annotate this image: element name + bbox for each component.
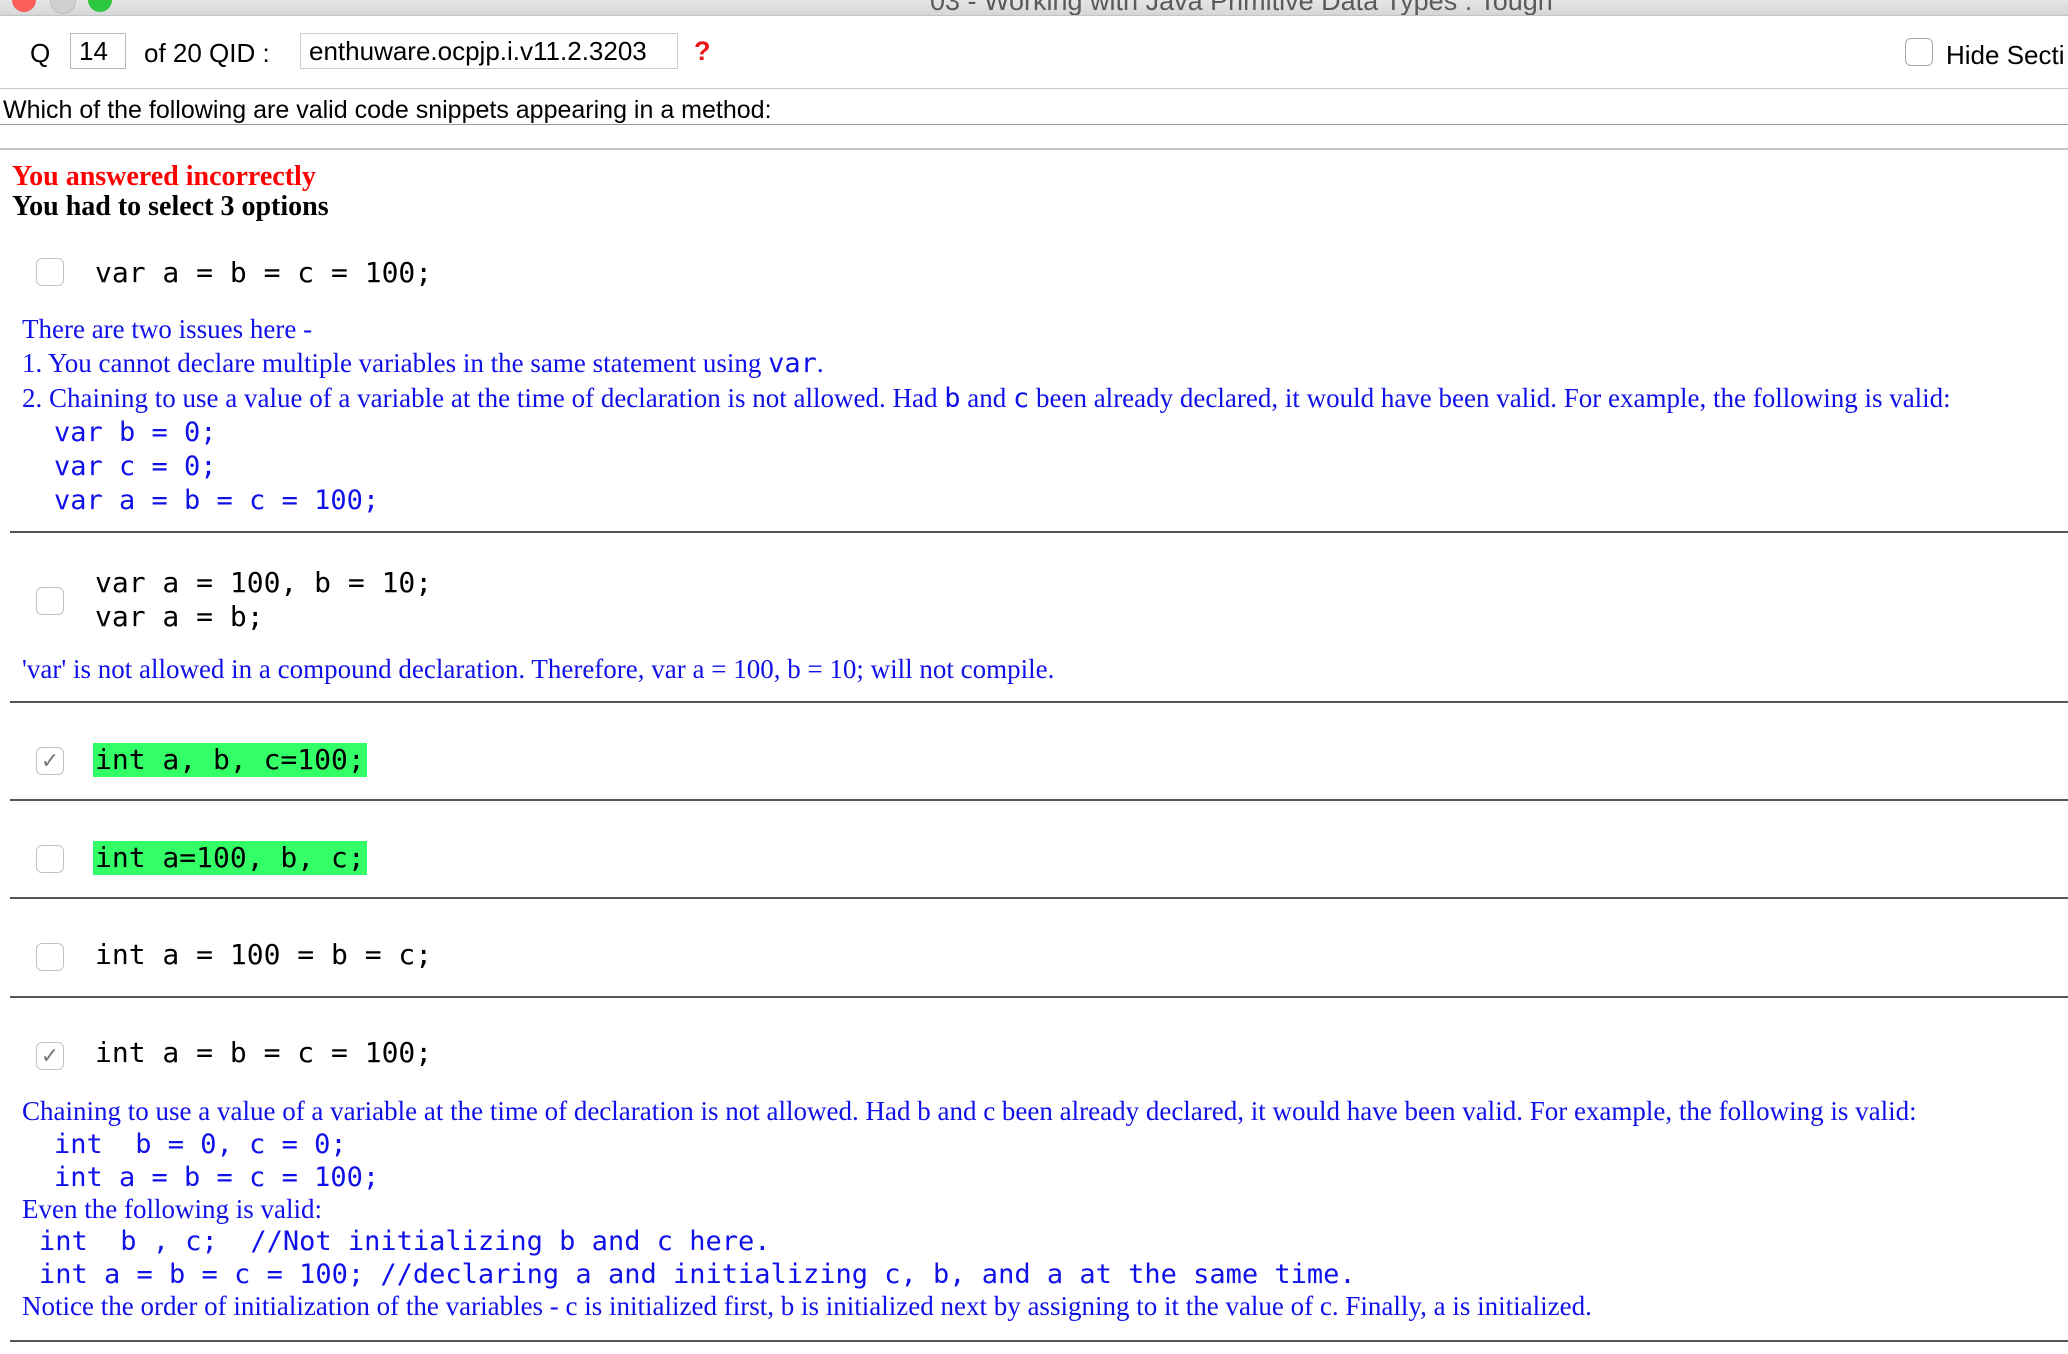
- zoom-window-icon[interactable]: [88, 0, 112, 12]
- option-3-code: int a, b, c=100;: [93, 743, 367, 777]
- code-line: var b = 0;: [54, 417, 217, 448]
- option-6-code: int a = b = c = 100;: [95, 1036, 433, 1069]
- explanation-line: 2. Chaining to use a value of a variable…: [22, 381, 1951, 416]
- explanation-line: 1. You cannot declare multiple variables…: [22, 346, 1951, 381]
- option-2-checkbox[interactable]: [36, 587, 64, 615]
- explanation-text: and: [960, 383, 1013, 413]
- option-2-code-line-2: var a = b;: [95, 600, 264, 633]
- question-divider: [0, 124, 2068, 125]
- question-divider-2: [0, 148, 2068, 150]
- code-line: int b = 0, c = 0;: [54, 1129, 347, 1160]
- option-3-checkbox[interactable]: ✓: [36, 747, 64, 775]
- option-separator: [10, 897, 2068, 899]
- question-text: Which of the following are valid code sn…: [3, 96, 772, 124]
- close-window-icon[interactable]: [12, 0, 36, 12]
- code-line: var c = 0;: [54, 451, 217, 482]
- option-separator: [10, 799, 2068, 801]
- answer-status: You answered incorrectly: [12, 161, 316, 192]
- hide-section-checkbox[interactable]: [1905, 38, 1933, 66]
- inline-code: var: [768, 348, 817, 379]
- code-line: var a = b = c = 100;: [54, 485, 380, 516]
- code-line: int a = b = c = 100;: [54, 1162, 380, 1193]
- option-6-explanation: Chaining to use a value of a variable at…: [22, 1094, 1917, 1321]
- code-line: int b , c; //Not initializing b and c he…: [39, 1226, 771, 1257]
- option-4-code: int a=100, b, c;: [93, 841, 367, 875]
- option-6-checkbox[interactable]: ✓: [36, 1042, 64, 1070]
- question-label: Q: [30, 38, 51, 68]
- option-2-explanation: 'var' is not allowed in a compound decla…: [22, 654, 1055, 684]
- question-count-label: of 20 QID :: [144, 38, 270, 68]
- inline-code: b: [944, 383, 961, 414]
- question-number-input[interactable]: 14: [70, 33, 126, 69]
- option-5-code: int a = 100 = b = c;: [95, 938, 433, 971]
- answer-requirement: You had to select 3 options: [12, 191, 329, 222]
- option-1-explanation: There are two issues here - 1. You canno…: [22, 312, 1951, 518]
- option-separator: [10, 996, 2068, 998]
- explanation-text: been already declared, it would have bee…: [1029, 383, 1951, 413]
- code-line: int a = b = c = 100; //declaring a and i…: [39, 1259, 1356, 1290]
- option-separator: [10, 531, 2068, 533]
- option-4-checkbox[interactable]: [36, 845, 64, 873]
- hide-section-label: Hide Secti: [1946, 40, 2065, 70]
- explanation-text: 2. Chaining to use a value of a variable…: [22, 383, 945, 413]
- option-1-checkbox[interactable]: [36, 258, 64, 286]
- explanation-text: Chaining to use a value of a variable at…: [22, 1096, 1917, 1126]
- option-5-checkbox[interactable]: [36, 943, 64, 971]
- explanation-text: Notice the order of initialization of th…: [22, 1291, 1592, 1321]
- explanation-intro: There are two issues here -: [22, 314, 313, 344]
- option-2-code-line-1: var a = 100, b = 10;: [95, 566, 433, 599]
- inline-code: c: [1012, 383, 1030, 414]
- option-1-code: var a = b = c = 100;: [95, 256, 433, 289]
- window-titlebar: 03 - Working with Java Primitive Data Ty…: [0, 0, 2068, 16]
- option-separator: [10, 1340, 2068, 1342]
- explanation-text: 1. You cannot declare multiple variables…: [22, 348, 769, 378]
- window-title: 03 - Working with Java Primitive Data Ty…: [930, 0, 1553, 16]
- option-separator: [10, 701, 2068, 703]
- explanation-text: Even the following is valid:: [22, 1194, 322, 1224]
- help-button[interactable]: ?: [694, 36, 711, 67]
- explanation-text: .: [816, 348, 824, 378]
- minimize-window-icon[interactable]: [50, 0, 76, 14]
- header-divider: [0, 88, 2068, 89]
- qid-field[interactable]: enthuware.ocpjp.i.v11.2.3203: [300, 33, 678, 69]
